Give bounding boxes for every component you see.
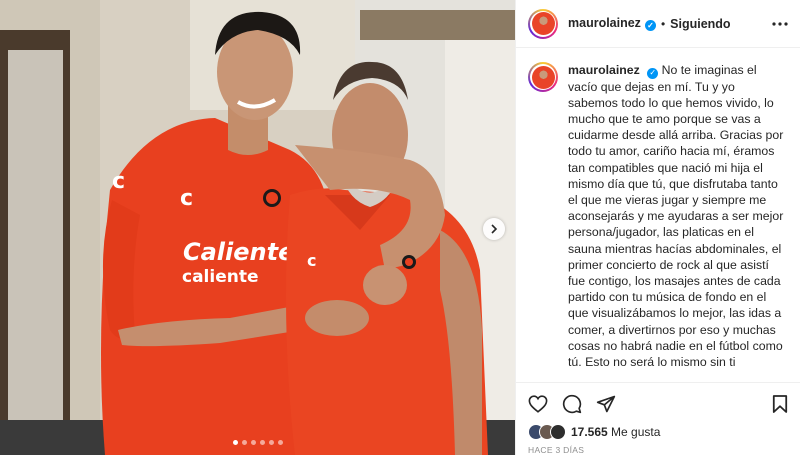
post-header: maurolainez ✓ • Siguiendo [516,0,800,48]
caption-avatar[interactable] [528,62,558,92]
caption-area: maurolainez ✓ No te imaginas el vacío qu… [516,48,800,382]
bookmark-icon [772,395,788,413]
avatar-photo [531,65,555,89]
action-icons [528,391,788,417]
svg-text:c: c [112,169,125,194]
carousel-dot [241,440,247,445]
avatar [550,424,566,440]
separator: • [660,16,666,31]
avatar-photo [531,12,555,35]
post-actions: 17.565 Me gusta HACE 3 DÍAS [516,382,800,455]
carousel-dot [250,440,256,445]
more-horizontal-icon [772,21,788,26]
save-button[interactable] [772,394,788,414]
liker-avatars [528,424,566,440]
photo-scene: c c Caliente caliente c [0,0,515,455]
likes-label: Me gusta [611,425,661,439]
verified-badge-icon: ✓ [647,67,659,79]
jersey-sponsor-logo: Caliente [183,238,294,266]
likes-row[interactable]: 17.565 Me gusta [528,423,788,441]
instagram-post: c c Caliente caliente c maurolainez ✓ • … [0,0,800,455]
more-options-button[interactable] [772,21,788,26]
comment-icon [562,394,582,414]
heart-icon [528,395,548,413]
post-side-panel: maurolainez ✓ • Siguiendo maurolainez ✓ N… [515,0,800,455]
chevron-right-icon [491,224,498,234]
svg-text:c: c [180,186,193,211]
post-caption: maurolainez ✓ No te imaginas el vacío qu… [568,62,788,370]
paper-plane-icon [596,395,616,413]
avatar[interactable] [528,8,558,39]
caption-text: No te imaginas el vacío que dejas en mí.… [568,63,784,370]
post-photo[interactable]: c c Caliente caliente c [0,0,515,455]
share-button[interactable] [596,394,616,414]
caption-username[interactable]: maurolainez [568,63,640,77]
username-link[interactable]: maurolainez ✓ [568,16,656,31]
comment-button[interactable] [562,394,582,414]
post-timestamp: HACE 3 DÍAS [528,445,585,455]
svg-text:c: c [307,251,316,270]
carousel-dot [268,440,274,445]
carousel-dot [259,440,265,445]
following-button[interactable]: Siguiendo [670,17,730,31]
likes-number: 17.565 [571,425,608,439]
carousel-dot [232,440,238,445]
verified-badge-icon: ✓ [644,20,656,31]
carousel-indicator [0,440,515,445]
jersey-sponsor-text: caliente [182,267,259,287]
like-button[interactable] [528,395,548,413]
likes-count[interactable]: 17.565 Me gusta [571,425,660,439]
carousel-dot [277,440,283,445]
next-photo-button[interactable] [483,218,505,240]
username-text: maurolainez [568,16,641,30]
